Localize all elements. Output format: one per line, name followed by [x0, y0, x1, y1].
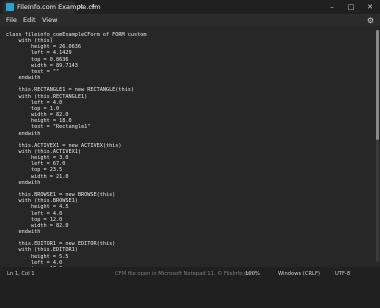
code-line[interactable]: width = 21.0: [6, 174, 68, 180]
code-line[interactable]: this.ACTIVEX1 = new ACTIVEX(this): [6, 143, 121, 149]
code-line[interactable]: width = 89.7143: [6, 63, 78, 69]
notepad-icon: [6, 3, 14, 11]
code-line[interactable]: height = 26.0636: [6, 44, 81, 50]
code-line[interactable]: with (this.ACTIVEX1): [6, 149, 80, 155]
code-line[interactable]: top = 0.8636: [6, 57, 68, 63]
text-editor[interactable]: class fileinfo_comExampleCForm of FORM c…: [0, 27, 380, 267]
code-line[interactable]: endwith: [6, 229, 40, 235]
code-line[interactable]: left = 4.1429: [6, 50, 72, 56]
code-line[interactable]: endwith: [6, 180, 40, 186]
code-line[interactable]: left = 4.0: [6, 260, 62, 266]
code-line[interactable]: height = 4.5: [6, 204, 68, 210]
code-line[interactable]: this.EDITOR1 = new EDITOR(this): [6, 241, 115, 247]
code-line[interactable]: top = 12.0: [6, 217, 62, 223]
code-line[interactable]: with (this): [6, 38, 52, 44]
menu-file[interactable]: File: [6, 16, 17, 25]
code-line[interactable]: with (this.EDITOR1): [6, 247, 77, 253]
menu-bar: File Edit View ⚙: [0, 14, 380, 27]
code-line[interactable]: this.BROWSE1 = new BROWSE(this): [6, 192, 115, 198]
tab-close-icon[interactable]: ×: [78, 2, 84, 12]
settings-gear-icon[interactable]: ⚙: [367, 16, 374, 25]
minimize-icon[interactable]: –: [324, 1, 340, 13]
code-line[interactable]: height = 5.5: [6, 254, 68, 260]
code-line[interactable]: class fileinfo_comExampleCForm of FORM c…: [6, 32, 147, 38]
cursor-position[interactable]: Ln 1, Col 1: [7, 270, 35, 278]
status-bar: Ln 1, Col 1 CFM file open in Microsoft N…: [0, 267, 380, 308]
code-line[interactable]: with (this.RECTANGLE1): [6, 94, 87, 100]
zoom-level[interactable]: 100%: [245, 270, 260, 278]
code-line[interactable]: left = 4.0: [6, 100, 62, 106]
close-icon[interactable]: ✕: [362, 1, 378, 13]
code-line[interactable]: width = 82.0: [6, 112, 68, 118]
code-line[interactable]: endwith: [6, 75, 40, 81]
code-line[interactable]: with (this.BROWSE1): [6, 198, 77, 204]
code-line[interactable]: this.RECTANGLE1 = new RECTANGLE(this): [6, 87, 134, 93]
line-ending[interactable]: Windows (CRLF): [278, 270, 320, 278]
tab-title[interactable]: FileInfo.com Example.cfm: [17, 2, 101, 12]
code-line[interactable]: height = 18.0: [6, 118, 72, 124]
code-line[interactable]: text = "Rectangle1": [6, 124, 90, 130]
title-bar: FileInfo.com Example.cfm × + – □ ✕: [0, 0, 380, 14]
menu-edit[interactable]: Edit: [23, 16, 36, 25]
code-line[interactable]: text = "": [6, 69, 59, 75]
code-line[interactable]: left = 4.0: [6, 211, 62, 217]
new-tab-icon[interactable]: +: [90, 2, 97, 12]
maximize-icon[interactable]: □: [343, 1, 359, 13]
code-line[interactable]: width = 82.0: [6, 223, 68, 229]
code-line[interactable]: endwith: [6, 131, 40, 137]
menu-view[interactable]: View: [42, 16, 57, 25]
notepad-window: FileInfo.com Example.cfm × + – □ ✕ File …: [0, 0, 380, 308]
code-line[interactable]: top = 23.5: [6, 167, 62, 173]
code-line[interactable]: left = 67.0: [6, 161, 65, 167]
watermark-text: CFM file open in Microsoft Notepad 11. ©…: [115, 271, 256, 277]
vertical-scrollbar-thumb[interactable]: [376, 30, 379, 140]
encoding[interactable]: UTF-8: [335, 270, 350, 278]
code-line[interactable]: top = 1.0: [6, 106, 59, 112]
code-line[interactable]: height = 3.0: [6, 155, 68, 161]
editor-text[interactable]: class fileinfo_comExampleCForm of FORM c…: [6, 32, 147, 267]
